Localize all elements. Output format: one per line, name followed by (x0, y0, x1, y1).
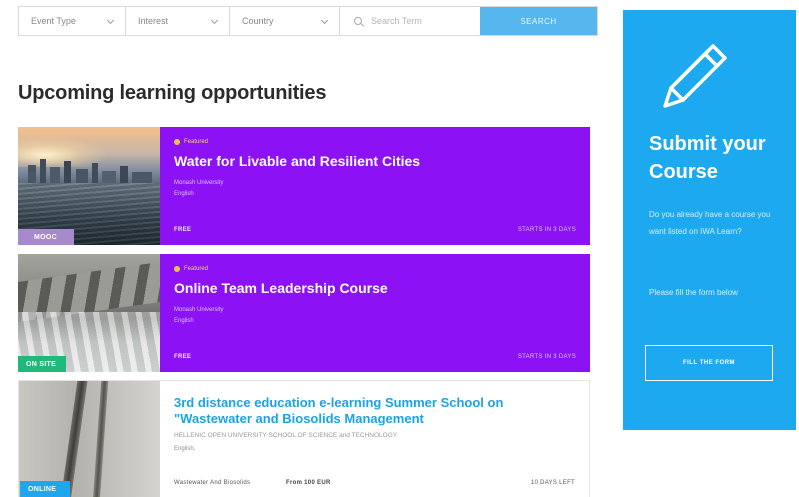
star-icon (174, 139, 180, 145)
course-footer: FREE STARTS IN 3 DAYS (174, 227, 576, 233)
course-card-body: Featured Water for Livable and Resilient… (160, 127, 590, 245)
course-price: FREE (174, 227, 192, 233)
star-icon (174, 266, 180, 272)
course-type-badge: ONLINE (20, 481, 70, 497)
course-footer: FREE STARTS IN 3 DAYS (174, 354, 576, 360)
search-field[interactable] (340, 7, 480, 35)
featured-tag: Featured (174, 266, 576, 272)
chevron-down-icon (320, 16, 329, 25)
course-title[interactable]: Water for Livable and Resilient Cities (174, 153, 576, 170)
search-icon (354, 17, 362, 25)
course-thumbnail[interactable]: ONLINE (19, 381, 160, 497)
country-label: Country (242, 16, 274, 26)
submit-course-panel: Submit your Course Do you already have a… (623, 10, 796, 430)
course-thumbnail[interactable]: MOOC (18, 127, 160, 245)
course-start: STARTS IN 3 DAYS (517, 227, 576, 233)
course-language: English (174, 318, 194, 324)
pencil-icon (663, 44, 727, 108)
country-select[interactable]: Country (230, 7, 340, 35)
sidebar-description: Do you already have a course you want li… (649, 210, 771, 236)
filter-bar: Event Type Interest Country SEARCH (18, 6, 598, 36)
course-card[interactable]: ON SITE Featured Online Team Leadership … (18, 254, 590, 372)
chevron-down-icon (210, 16, 219, 25)
course-institution: Monash University (174, 307, 224, 313)
course-title[interactable]: 3rd distance education e-learning Summer… (174, 395, 575, 427)
course-topic: Wastewater And Biosolids (174, 480, 251, 486)
fill-the-form-button[interactable]: FILL THE FORM (645, 345, 773, 381)
course-language: English, (174, 446, 196, 452)
course-card-body: Featured Online Team Leadership Course M… (160, 254, 590, 372)
course-price: FREE (174, 354, 192, 360)
interest-label: Interest (138, 16, 169, 26)
course-footer: Wastewater And Biosolids From 100 EUR 10… (174, 480, 575, 486)
course-language: English (174, 191, 194, 197)
course-days-left: 10 DAYS LEFT (530, 480, 575, 486)
search-button[interactable]: SEARCH (480, 7, 597, 35)
course-institution: Monash University (174, 180, 224, 186)
course-type-badge: MOOC (18, 229, 74, 245)
featured-label: Featured (184, 266, 209, 272)
sidebar-instruction: Please fill the form below (649, 288, 738, 297)
event-type-label: Event Type (31, 16, 76, 26)
course-institution: HELLENIC OPEN UNIVERSITY SCHOOL OF SCIEN… (174, 432, 398, 439)
featured-label: Featured (184, 139, 209, 145)
interest-select[interactable]: Interest (126, 7, 230, 35)
search-input[interactable] (371, 16, 471, 26)
page-title: Upcoming learning opportunities (18, 82, 327, 104)
course-start: STARTS IN 3 DAYS (517, 354, 576, 360)
course-card-body: 3rd distance education e-learning Summer… (160, 381, 589, 497)
course-thumbnail[interactable]: ON SITE (18, 254, 160, 372)
sidebar-title: Submit your Course (649, 133, 766, 183)
course-type-badge: ON SITE (18, 356, 66, 372)
thumbnail-pipe (92, 381, 109, 497)
event-type-select[interactable]: Event Type (19, 7, 126, 35)
course-card[interactable]: MOOC Featured Water for Livable and Resi… (18, 127, 590, 245)
thumbnail-skyline (18, 157, 160, 183)
course-title[interactable]: Online Team Leadership Course (174, 280, 576, 297)
course-card[interactable]: ONLINE 3rd distance education e-learning… (18, 380, 590, 497)
course-price: From 100 EUR (286, 480, 331, 486)
thumbnail-pipe (59, 381, 89, 497)
featured-tag: Featured (174, 139, 576, 145)
chevron-down-icon (106, 16, 115, 25)
